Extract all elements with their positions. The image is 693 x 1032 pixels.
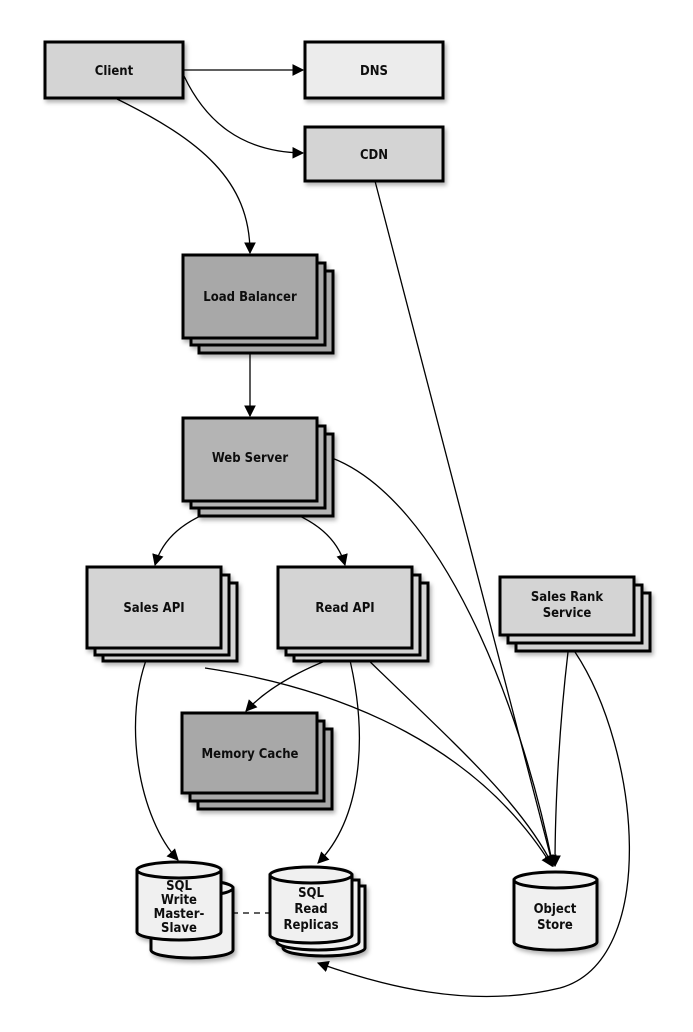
node-read-api: Read API — [276, 565, 430, 663]
edge-cdn-object-store — [374, 180, 557, 868]
edge-read-api-object-store — [359, 651, 554, 868]
node-sales-api-label: Sales API — [123, 601, 184, 616]
node-sales-api: Sales API — [85, 565, 239, 663]
node-sql-write-label-4: Slave — [161, 921, 197, 936]
node-sales-rank-label-1: Sales Rank — [531, 590, 604, 605]
node-sql-read-label-2: Read — [294, 902, 327, 917]
node-client: Client — [43, 40, 185, 100]
node-cdn-label: CDN — [360, 148, 388, 163]
node-sales-rank-service: Sales Rank Service — [498, 575, 652, 653]
node-sales-rank-label-2: Service — [543, 606, 592, 621]
node-sql-read-label-3: Replicas — [283, 918, 338, 933]
node-memory-cache: Memory Cache — [180, 711, 334, 811]
node-sql-read-replicas: SQL Read Replicas — [268, 865, 367, 958]
node-read-api-label: Read API — [315, 601, 374, 616]
edges — [116, 64, 630, 998]
node-load-balancer: Load Balancer — [181, 253, 335, 355]
node-sql-read-label-1: SQL — [298, 886, 324, 901]
node-load-balancer-label: Load Balancer — [203, 290, 297, 305]
node-sql-write-label-1: SQL — [166, 879, 192, 894]
edge-client-load-balancer — [116, 98, 256, 255]
node-memory-cache-label: Memory Cache — [202, 747, 299, 762]
node-sql-write-label-2: Write — [161, 893, 197, 908]
node-dns-label: DNS — [360, 64, 388, 79]
node-object-store: Object Store — [512, 870, 599, 952]
node-dns: DNS — [303, 40, 445, 100]
node-web-server: Web Server — [181, 416, 335, 518]
node-web-server-label: Web Server — [212, 451, 289, 466]
node-object-store-label-1: Object — [534, 902, 577, 917]
architecture-diagram: Client DNS CDN Load Balancer Web Server … — [43, 40, 652, 998]
node-client-label: Client — [95, 64, 134, 79]
node-object-store-label-2: Store — [537, 918, 573, 933]
node-sql-write-label-3: Master- — [154, 907, 205, 922]
edge-sales-rank-object-store — [549, 651, 569, 868]
node-sql-write-master-slave: SQL Write Master- Slave — [135, 860, 235, 960]
node-cdn: CDN — [303, 125, 445, 183]
edge-client-cdn — [183, 75, 305, 159]
edge-sales-api-sql-write — [134, 649, 179, 861]
